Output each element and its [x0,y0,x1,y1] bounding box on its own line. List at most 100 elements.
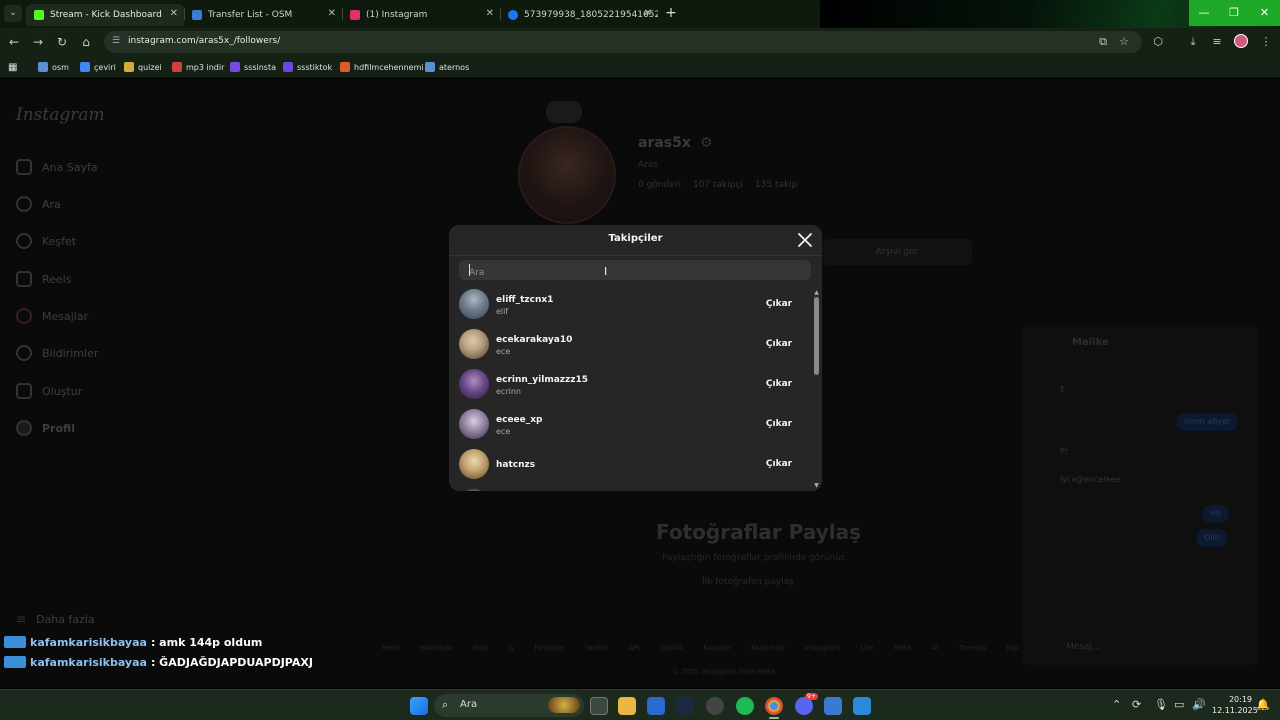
reload-button[interactable]: ↻ [54,34,70,50]
nav-more[interactable]: ≡ Daha fazla [16,609,95,629]
chrome-icon[interactable] [765,697,783,715]
follower-username[interactable]: ecrinn_yilmazzz15 [496,375,588,385]
extensions-icon[interactable]: ⬡ [1150,34,1166,50]
followers-search-input[interactable] [459,263,811,283]
network-app-icon[interactable] [824,697,842,715]
follower-username[interactable]: eliff_tzcnx1 [496,295,553,305]
note-bubble[interactable] [546,101,582,123]
remove-follower-button[interactable]: Çıkar [759,294,799,314]
bookmark-mp3-indir[interactable]: mp3 indir [172,60,224,74]
nav-create[interactable]: Oluştur [16,381,82,401]
follower-username[interactable]: hatcnzs [496,460,535,470]
minimize-button[interactable]: — [1189,0,1219,26]
nav-messages[interactable]: Mesajlar [16,306,88,326]
steam-icon[interactable] [676,697,694,715]
follower-avatar[interactable] [459,449,489,479]
remove-follower-button[interactable]: Çıkar [759,454,799,474]
settings-gear-icon[interactable]: ⚙ [700,135,713,151]
nav-explore[interactable]: Keşfet [16,231,76,251]
spotify-icon[interactable] [736,697,754,715]
downloads-icon[interactable]: ⤓ [1185,34,1201,50]
microphone-icon[interactable]: 🎙 [1154,698,1168,711]
paint-icon[interactable] [853,697,871,715]
apps-grid-icon[interactable]: ▦ [8,60,17,74]
network-icon[interactable]: ▭ [1174,698,1184,711]
close-tab-icon[interactable]: ✕ [644,8,652,19]
bookmark-star-icon[interactable]: ☆ [1116,34,1132,50]
menu-kebab-icon[interactable]: ⋮ [1258,34,1274,50]
follower-avatar[interactable] [459,289,489,319]
taskbar-clock[interactable]: 20:19 12.11.2025 [1212,694,1258,716]
remove-follower-button[interactable]: Çıkar [759,414,799,434]
back-button[interactable]: ← [6,34,22,50]
bookmark-ceviri[interactable]: çeviri [80,60,116,74]
follower-row[interactable] [459,489,809,491]
followers-search-box[interactable] [459,260,811,283]
follower-avatar[interactable] [459,329,489,359]
file-explorer-icon[interactable] [618,697,636,715]
bookmark-quizei[interactable]: quizei [124,60,162,74]
bookmark-sssinsta[interactable]: sssinsta [230,60,276,74]
nav-home[interactable]: Ana Sayfa [16,157,98,177]
chat-message-input[interactable]: Mesaj... [1034,634,1246,660]
follower-row[interactable]: ecekarakaya10 ece Çıkar [459,329,809,365]
remove-follower-button[interactable]: Çıkar [759,334,799,354]
scroll-down-arrow-icon[interactable]: ▼ [813,482,820,489]
follower-row[interactable]: eceee_xp ece Çıkar [459,409,809,445]
close-tab-icon[interactable]: ✕ [486,8,494,19]
tab-kick-dashboard[interactable]: Stream - Kick Dashboard ✕ [26,4,184,26]
following-count[interactable]: 135 takip [755,180,798,190]
close-icon[interactable] [796,231,814,249]
follower-row[interactable]: eliff_tzcnx1 elif Çıkar [459,289,809,325]
followers-scrollbar[interactable]: ▲ ▼ [813,289,820,489]
view-archive-button[interactable]: Arşivi gör [822,239,972,265]
nav-reels[interactable]: Reels [16,269,71,289]
tab-facebook-image[interactable]: 573979938_1805221954165266 ✕ [500,4,658,26]
follower-username[interactable]: ecekarakaya10 [496,335,572,345]
nav-search[interactable]: Ara [16,194,61,214]
maximize-button[interactable]: ❐ [1219,0,1249,26]
bookmark-hdfilmcehennemi[interactable]: hdfilmcehennemi [340,60,424,74]
follower-avatar[interactable] [459,369,489,399]
follower-avatar[interactable] [459,409,489,439]
home-button[interactable]: ⌂ [78,34,94,50]
scroll-up-arrow-icon[interactable]: ▲ [813,289,820,296]
windows-start-icon[interactable] [410,697,428,715]
tray-chevron-icon[interactable]: ⌃ [1112,698,1121,711]
follower-avatar[interactable] [459,489,489,491]
forward-button[interactable]: → [30,34,46,50]
follower-username[interactable]: eceee_xp [496,415,543,425]
browser-profile-avatar[interactable] [1234,34,1248,48]
close-tab-icon[interactable]: ✕ [328,8,336,19]
volume-icon[interactable]: 🔊 [1192,698,1206,711]
follower-row[interactable]: hatcnzs Çıkar [459,449,809,485]
media-control-icon[interactable]: ≡ [1209,34,1225,50]
obs-icon[interactable] [706,697,724,715]
new-tab-button[interactable]: + [662,5,680,22]
remove-follower-button[interactable]: Çıkar [759,374,799,394]
tab-instagram[interactable]: (1) Instagram ✕ [342,4,500,26]
profile-picture[interactable] [518,126,616,224]
bookmark-osm[interactable]: osm [38,60,69,74]
nav-profile[interactable]: Profil [16,418,75,438]
taskbar-search[interactable]: ⌕ Ara [434,694,584,717]
notification-bell-icon[interactable]: 🔔 [1256,698,1270,711]
close-tab-icon[interactable]: ✕ [170,8,178,19]
sync-icon[interactable]: ⟳ [1132,698,1141,711]
follower-row[interactable]: ecrinn_yilmazzz15 ecrinn Çıkar [459,369,809,405]
bookmark-aternos[interactable]: aternos [425,60,469,74]
microsoft-store-icon[interactable] [647,697,665,715]
task-view-icon[interactable] [590,697,608,715]
tab-osm[interactable]: Transfer List - OSM ✕ [184,4,342,26]
nav-notifications[interactable]: Bildirimler [16,343,98,363]
instagram-logo[interactable]: Instagram [16,105,105,125]
followers-count[interactable]: 107 takipçi [693,180,743,190]
close-window-button[interactable]: ✕ [1249,0,1280,26]
address-bar[interactable]: ☰ instagram.com/aras5x_/followers/ [104,31,1142,53]
bookmark-ssstiktok[interactable]: ssstiktok [283,60,332,74]
site-info-icon[interactable]: ☰ [112,36,120,46]
scrollbar-thumb[interactable] [814,297,819,375]
url-text[interactable]: instagram.com/aras5x_/followers/ [128,36,280,46]
tab-search-button[interactable]: ⌄ [4,5,22,22]
share-first-photo-link[interactable]: İlk fotoğrafını paylaş [702,577,794,587]
